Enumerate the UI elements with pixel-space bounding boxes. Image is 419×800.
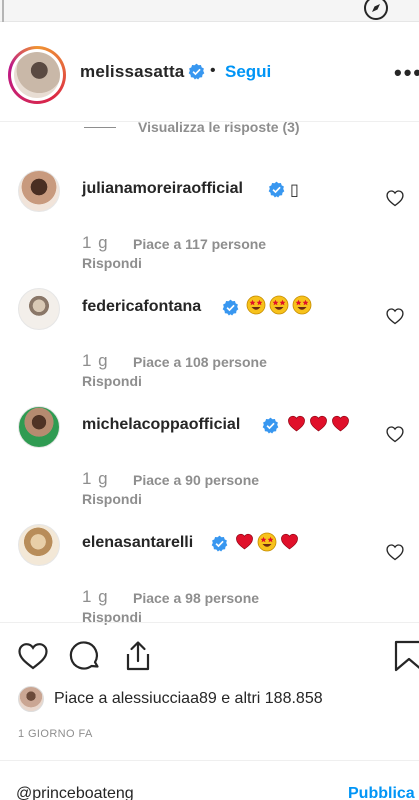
reply-likes-count[interactable]: Piace a 90 persone (133, 472, 259, 488)
verified-badge-icon (188, 63, 205, 80)
scroll-edge-line (2, 0, 4, 22)
owner-avatar[interactable] (8, 46, 66, 104)
star-struck-emoji-icon (292, 295, 312, 315)
reply-item: federicafontana 1 g Piace a 108 persone … (0, 278, 419, 396)
reply-emojis (235, 532, 299, 552)
like-heart-icon[interactable] (385, 306, 405, 326)
star-struck-emoji-icon (257, 532, 277, 552)
post-header: melissasatta • Segui ••• (0, 22, 419, 122)
owner-username[interactable]: melissasatta (80, 62, 184, 82)
red-heart-emoji-icon (310, 415, 327, 432)
star-struck-emoji-icon (269, 295, 289, 315)
follow-button[interactable]: Segui (225, 62, 271, 82)
reply-likes-count[interactable]: Piace a 108 persone (133, 354, 267, 370)
verified-badge-icon (262, 417, 279, 434)
reply-item: michelacoppaofficial 1 g Piace a 90 pers… (0, 396, 419, 514)
reply-avatar[interactable] (18, 406, 60, 448)
verified-badge-icon (211, 535, 228, 552)
red-heart-emoji-icon (281, 533, 298, 550)
reply-time: 1 g (82, 587, 109, 606)
reply-likes-count[interactable]: Piace a 98 persone (133, 590, 259, 606)
reply-time: 1 g (82, 469, 109, 488)
reply-time: 1 g (82, 233, 109, 252)
liker-avatar[interactable] (18, 686, 44, 712)
comment-bubble-icon[interactable] (68, 639, 102, 673)
reply-item: elenasantarelli 1 g Piace a 98 persone R… (0, 514, 419, 632)
reply-time: 1 g (82, 351, 109, 370)
view-replies-toggle[interactable]: Visualizza le risposte (3) (84, 118, 300, 136)
reply-username[interactable]: michelacoppaofficial (82, 416, 240, 434)
reply-likes-count[interactable]: Piace a 117 persone (133, 236, 266, 252)
reply-avatar[interactable] (18, 288, 60, 330)
header-separator: • (210, 62, 216, 79)
reply-button[interactable]: Rispondi (82, 255, 142, 271)
compass-icon[interactable] (362, 0, 390, 22)
more-options-button[interactable]: ••• (394, 60, 419, 86)
comment-input[interactable] (16, 785, 316, 800)
post-actions-bar (0, 622, 419, 684)
reply-username[interactable]: federicafontana (82, 298, 201, 316)
reply-emojis (246, 295, 312, 315)
reply-avatar[interactable] (18, 170, 60, 212)
reply-item: julianamoreiraofficial ▯ 1 g Piace a 117… (0, 160, 419, 278)
reply-username[interactable]: elenasantarelli (82, 534, 193, 552)
publish-button[interactable]: Pubblica (348, 785, 415, 800)
reply-text: ▯ (290, 182, 299, 199)
star-struck-emoji-icon (246, 295, 266, 315)
reply-username[interactable]: julianamoreiraofficial (82, 180, 243, 198)
red-heart-emoji-icon (332, 415, 349, 432)
red-heart-emoji-icon (288, 415, 305, 432)
reply-button[interactable]: Rispondi (82, 491, 142, 507)
verified-badge-icon (268, 181, 285, 198)
bookmark-icon[interactable] (392, 639, 419, 673)
like-heart-icon[interactable] (385, 424, 405, 444)
share-upload-icon[interactable] (121, 639, 155, 673)
replies-divider-line (84, 126, 116, 128)
like-heart-icon[interactable] (385, 188, 405, 208)
likes-summary[interactable]: Piace a alessiucciaa89 e altri 188.858 (18, 686, 323, 712)
reply-button[interactable]: Rispondi (82, 373, 142, 389)
like-heart-icon[interactable] (385, 542, 405, 562)
post-date: 1 GIORNO FA (18, 728, 93, 740)
red-heart-emoji-icon (236, 533, 253, 550)
comment-bar: Pubblica (0, 760, 419, 800)
view-replies-label: Visualizza le risposte (3) (138, 119, 300, 135)
top-strip (0, 0, 419, 22)
like-heart-icon[interactable] (16, 639, 50, 673)
verified-badge-icon (222, 299, 239, 316)
reply-avatar[interactable] (18, 524, 60, 566)
likes-summary-text: Piace a alessiucciaa89 e altri 188.858 (54, 690, 323, 707)
reply-emojis (287, 414, 350, 433)
